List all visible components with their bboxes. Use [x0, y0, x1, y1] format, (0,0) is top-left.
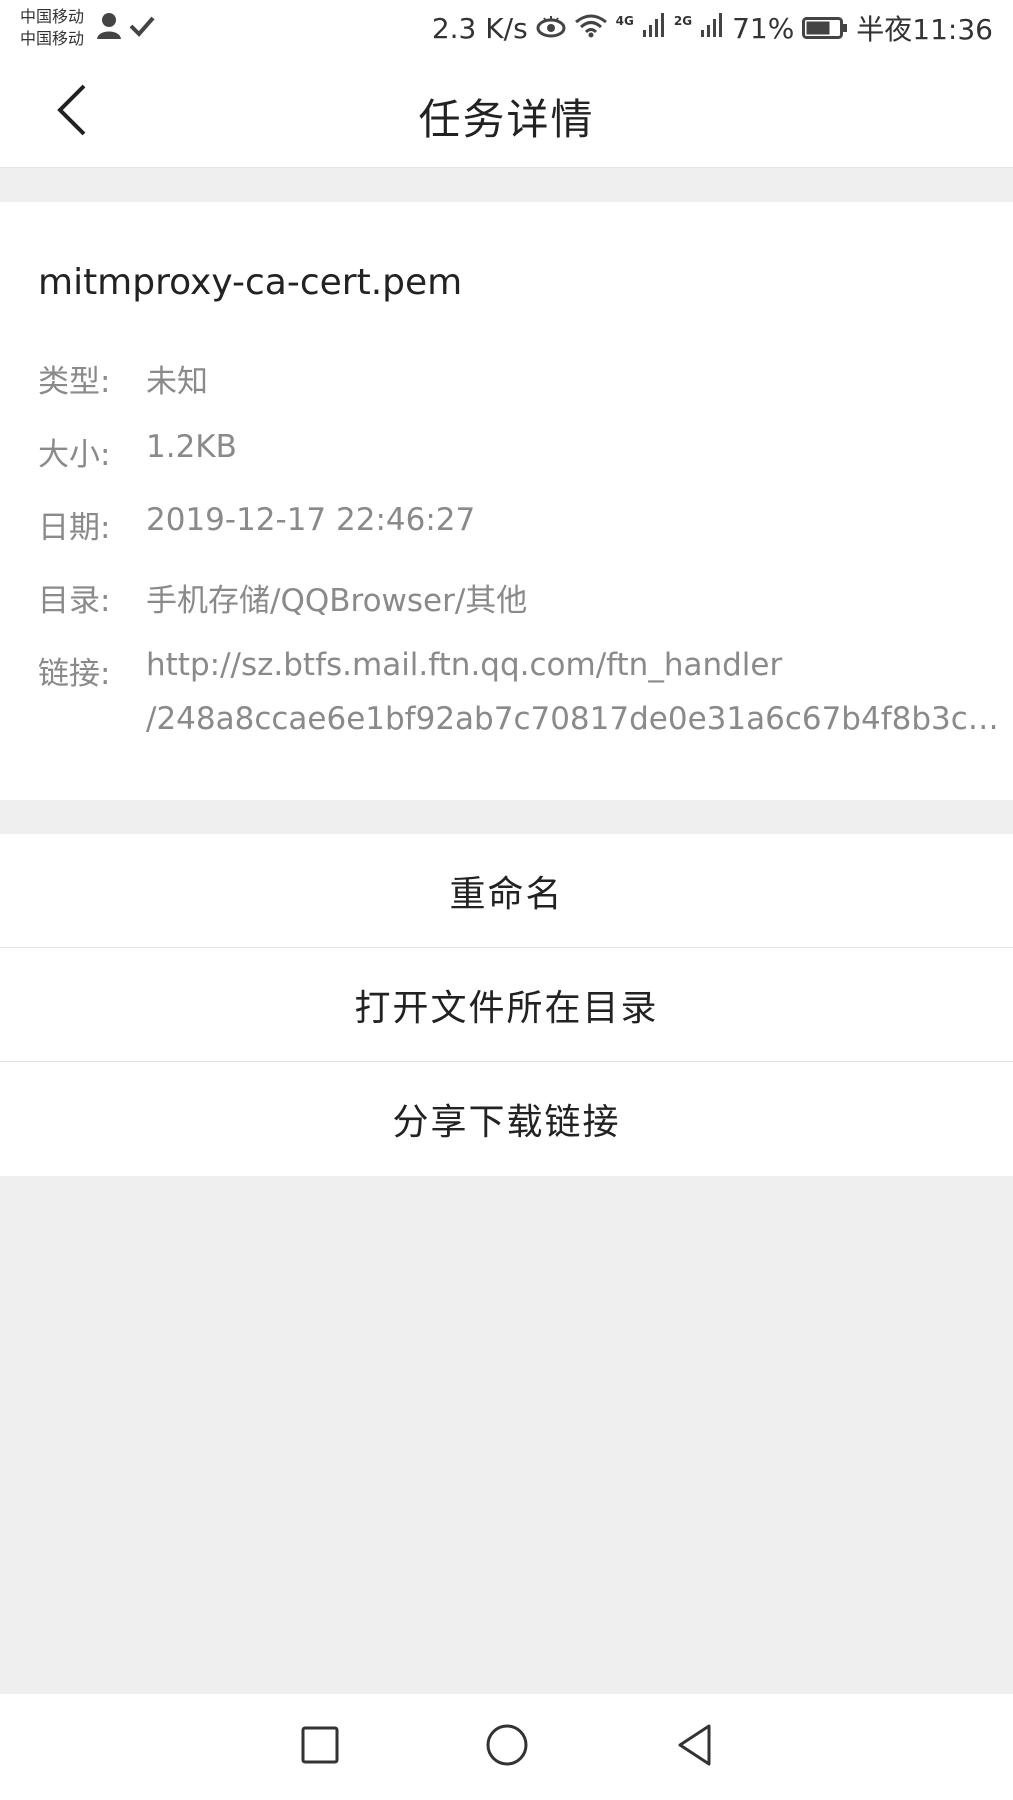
status-left-icons	[96, 12, 156, 44]
status-bar: 中国移动 中国移动 2.3 K/s 4G 2G 71% 半夜11:36	[0, 0, 1013, 58]
link-value[interactable]: http://sz.btfs.mail.ftn.qq.com/ftn_handl…	[146, 638, 1006, 746]
wifi-icon	[574, 12, 608, 45]
triangle-back-icon	[675, 1723, 715, 1771]
rename-button[interactable]: 重命名	[0, 834, 1013, 947]
action-list: 重命名 打开文件所在目录 分享下载链接	[0, 834, 1013, 1176]
directory-label: 目录:	[38, 583, 111, 619]
recents-button[interactable]	[295, 1722, 345, 1772]
type-value: 未知	[146, 364, 208, 400]
home-button[interactable]	[482, 1722, 532, 1772]
back-nav-button[interactable]	[670, 1722, 720, 1772]
square-icon	[300, 1725, 340, 1769]
carrier-1: 中国移动	[20, 7, 85, 26]
size-value: 1.2KB	[146, 429, 237, 465]
open-folder-button[interactable]: 打开文件所在目录	[0, 948, 1013, 1061]
type-label: 类型:	[38, 364, 111, 400]
date-value: 2019-12-17 22:46:27	[146, 502, 476, 538]
link-line-1: http://sz.btfs.mail.ftn.qq.com/ftn_handl…	[146, 647, 783, 683]
battery-percent: 71%	[732, 11, 795, 45]
link-line-2: /248a8ccae6e1bf92ab7c70817de0e31a6c67b4f…	[146, 701, 1006, 737]
share-link-button[interactable]: 分享下载链接	[0, 1062, 1013, 1175]
file-info-card: mitmproxy-ca-cert.pem 类型: 未知 大小: 1.2KB 日…	[0, 202, 1013, 800]
signal-2-label: 2G	[673, 14, 693, 28]
eye-icon	[536, 12, 566, 45]
page-title: 任务详情	[418, 95, 595, 144]
net-speed: 2.3 K/s	[431, 11, 528, 45]
signal-1-icon	[642, 12, 666, 45]
date-label: 日期:	[38, 510, 111, 546]
carrier-labels: 中国移动 中国移动	[20, 6, 84, 50]
circle-icon	[485, 1723, 529, 1771]
title-bar: 任务详情	[0, 58, 1013, 168]
battery-icon	[802, 16, 848, 40]
check-icon	[128, 14, 156, 42]
app-root: 中国移动 中国移动 2.3 K/s 4G 2G 71% 半夜11:36 任务详情…	[0, 0, 1013, 1800]
clock: 半夜11:36	[856, 13, 993, 46]
signal-2-icon	[700, 12, 724, 45]
signal-1-label: 4G	[615, 14, 634, 28]
directory-value: 手机存储/QQBrowser/其他	[146, 583, 528, 619]
navigation-bar	[0, 1694, 1013, 1800]
person-icon	[96, 12, 122, 44]
file-name: mitmproxy-ca-cert.pem	[38, 262, 463, 303]
carrier-2: 中国移动	[20, 29, 85, 48]
link-label: 链接:	[38, 656, 111, 692]
size-label: 大小:	[38, 437, 111, 473]
status-right: 2.3 K/s 4G 2G 71% 半夜11:36	[431, 10, 993, 47]
